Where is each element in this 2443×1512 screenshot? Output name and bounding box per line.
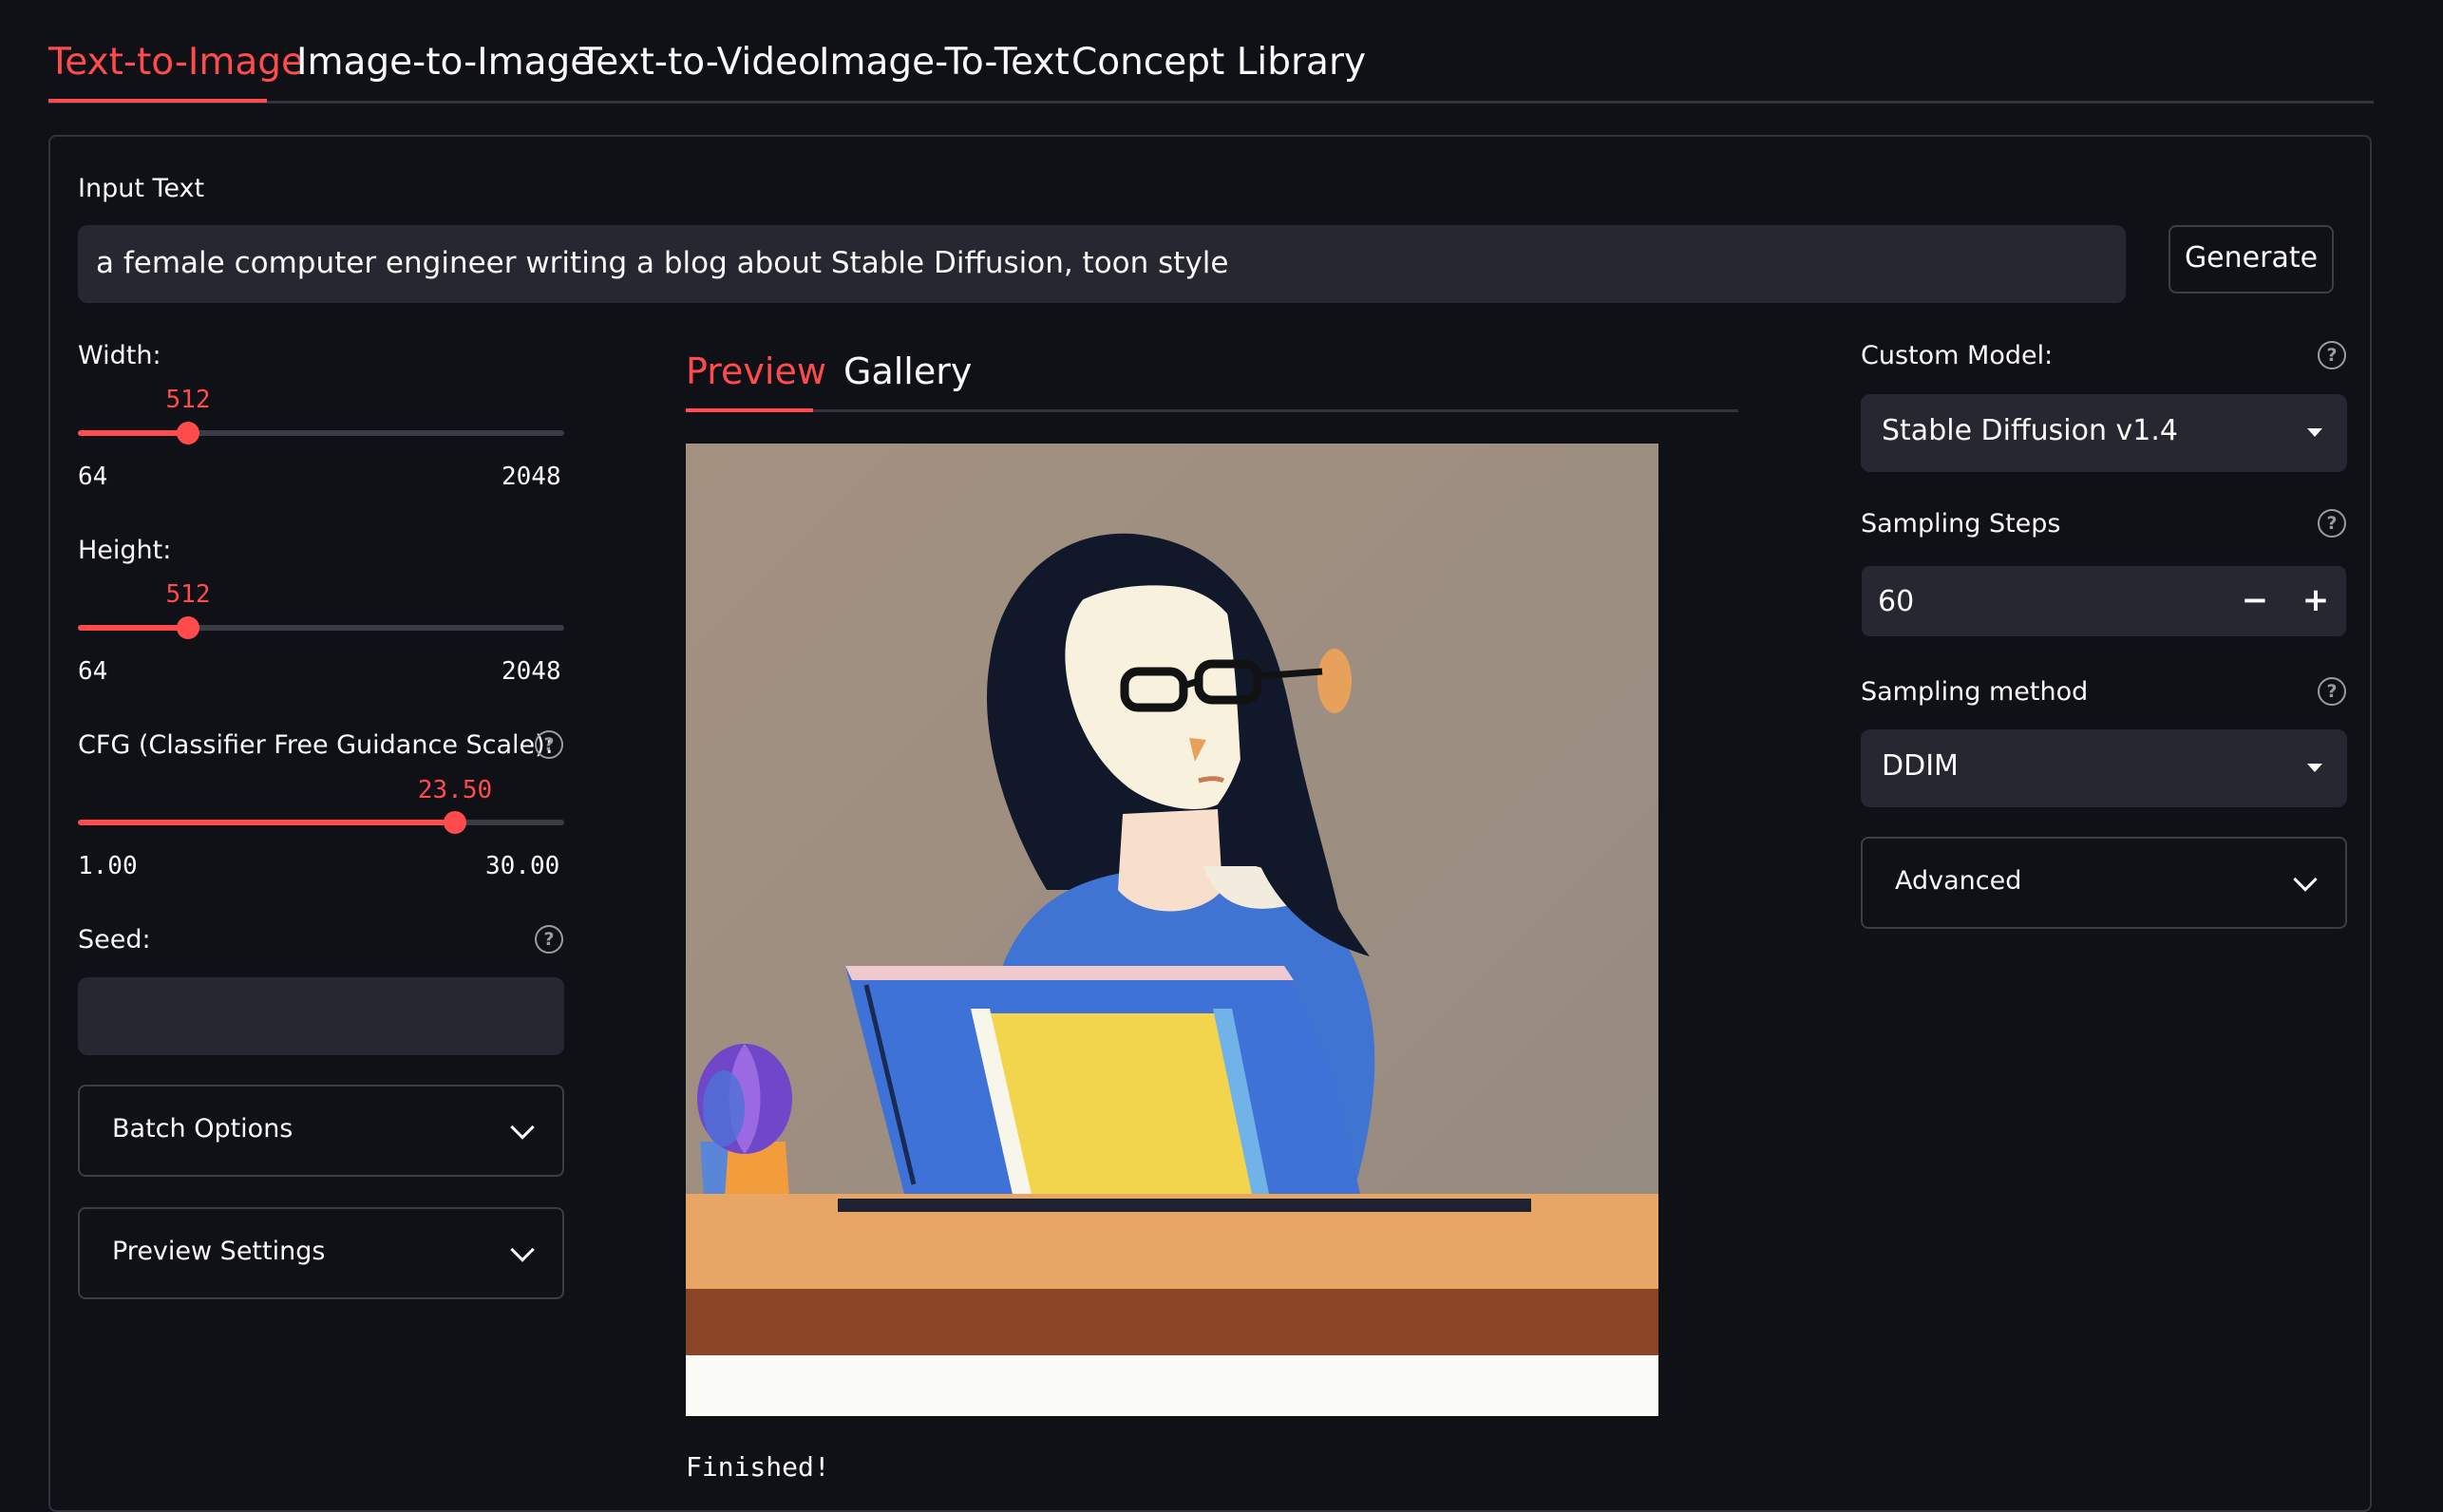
height-slider-thumb[interactable] (176, 616, 199, 639)
generate-button[interactable]: Generate (2168, 225, 2334, 293)
cfg-help-icon[interactable]: ? (535, 730, 563, 759)
tab-gallery[interactable]: Gallery (843, 345, 972, 398)
status-text: Finished! (686, 1451, 830, 1483)
sampling-steps-value: 60 (1878, 585, 1915, 618)
caret-down-icon (2307, 428, 2322, 437)
cfg-label: CFG (Classifier Free Guidance Scale): (78, 730, 554, 760)
height-label: Height: (78, 536, 172, 565)
sampling-method-value: DDIM (1882, 749, 1959, 783)
chevron-down-icon (510, 1238, 535, 1262)
cfg-slider-fill (78, 820, 456, 825)
advanced-label: Advanced (1895, 866, 2022, 896)
tab-image-to-image[interactable]: Image-to-Image (296, 36, 593, 89)
tab-text-to-video[interactable]: Text-to-Video (579, 36, 821, 89)
prompt-input-value: a female computer engineer writing a blo… (96, 246, 1229, 280)
height-slider-fill (78, 625, 188, 631)
center-active-tab-indicator (686, 408, 813, 412)
seed-label: Seed: (78, 925, 151, 954)
cfg-min: 1.00 (78, 852, 138, 880)
chevron-down-icon (510, 1115, 535, 1140)
active-tab-indicator (48, 99, 267, 103)
custom-model-select[interactable]: Stable Diffusion v1.4 (1861, 394, 2347, 472)
batch-options-label: Batch Options (112, 1114, 294, 1143)
generated-image (686, 444, 1658, 1416)
custom-model-label: Custom Model: (1861, 341, 2054, 370)
cfg-max: 30.00 (485, 852, 560, 880)
preview-settings-expander[interactable]: Preview Settings (78, 1207, 564, 1299)
custom-model-value: Stable Diffusion v1.4 (1882, 414, 2179, 447)
decrement-button[interactable]: − (2225, 566, 2285, 636)
height-min: 64 (78, 657, 108, 686)
input-text-label: Input Text (78, 174, 205, 203)
tab-image-to-text[interactable]: Image-To-Text (819, 36, 1070, 89)
custom-model-help-icon[interactable]: ? (2318, 341, 2346, 369)
width-slider-fill (78, 430, 188, 436)
tab-preview[interactable]: Preview (686, 345, 826, 398)
width-label: Width: (78, 341, 161, 370)
sampling-method-help-icon[interactable]: ? (2318, 677, 2346, 706)
sampling-method-select[interactable]: DDIM (1861, 729, 2347, 807)
center-tabs-divider (686, 409, 1738, 412)
width-slider-track[interactable] (78, 422, 564, 444)
cfg-slider-track[interactable] (78, 811, 564, 834)
sampling-steps-input[interactable]: 60 − + (1862, 566, 2346, 636)
seed-input[interactable] (78, 977, 564, 1055)
preview-settings-label: Preview Settings (112, 1237, 326, 1266)
width-slider-thumb[interactable] (176, 422, 199, 444)
sampling-method-label: Sampling method (1861, 677, 2089, 707)
width-min: 64 (78, 463, 108, 491)
sampling-steps-help-icon[interactable]: ? (2318, 509, 2346, 538)
chevron-down-icon (2293, 867, 2318, 892)
prompt-input[interactable]: a female computer engineer writing a blo… (78, 225, 2126, 303)
cfg-value: 23.50 (417, 776, 493, 804)
tab-text-to-image[interactable]: Text-to-Image (48, 36, 304, 89)
batch-options-expander[interactable]: Batch Options (78, 1085, 564, 1177)
tabs-divider (48, 101, 2374, 104)
width-max: 2048 (502, 463, 561, 491)
tab-concept-library[interactable]: Concept Library (1071, 36, 1366, 89)
increment-button[interactable]: + (2285, 566, 2346, 636)
width-value: 512 (165, 386, 211, 414)
sampling-steps-label: Sampling Steps (1861, 509, 2061, 539)
seed-help-icon[interactable]: ? (535, 925, 563, 954)
height-max: 2048 (502, 657, 561, 686)
height-slider-track[interactable] (78, 616, 564, 639)
height-value: 512 (165, 580, 211, 609)
advanced-expander[interactable]: Advanced (1861, 837, 2347, 929)
caret-down-icon (2307, 764, 2322, 772)
